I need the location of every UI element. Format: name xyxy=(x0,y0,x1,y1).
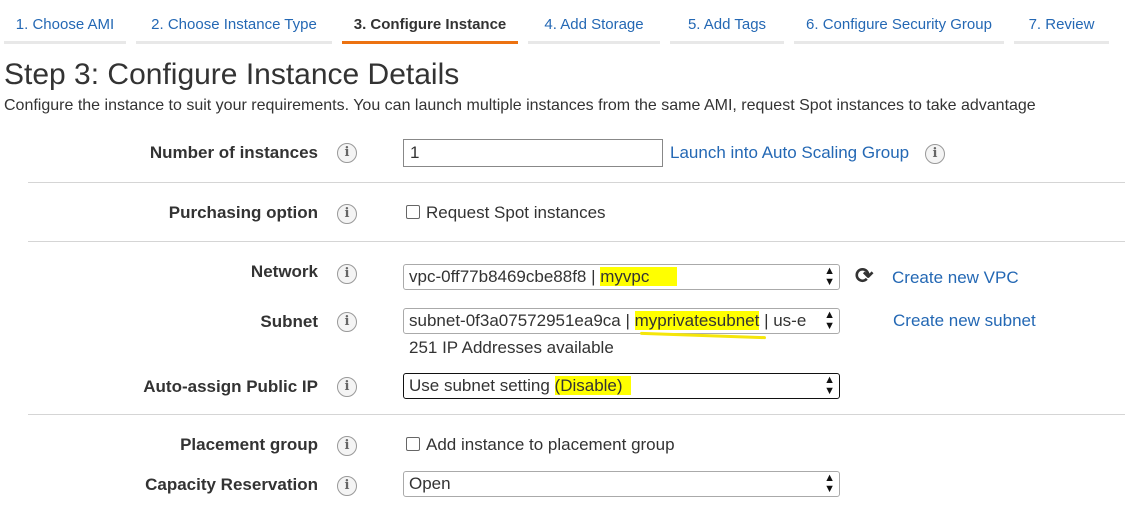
updown-arrow-icon: ▲ ▼ xyxy=(824,309,835,332)
auto-assign-public-ip-label: Auto-assign Public IP xyxy=(143,377,318,396)
subnet-select[interactable]: subnet-0f3a07572951ea9ca | myprivatesubn… xyxy=(403,308,840,334)
step-choose-instance-type[interactable]: 2. Choose Instance Type xyxy=(136,0,332,44)
refresh-icon[interactable]: ⟳ xyxy=(855,265,873,287)
request-spot-checkbox[interactable] xyxy=(406,205,420,219)
request-spot-label: Request Spot instances xyxy=(426,203,606,222)
network-highlight: myvpc xyxy=(600,267,678,286)
step-add-tags[interactable]: 5. Add Tags xyxy=(670,0,784,44)
step-add-storage[interactable]: 4. Add Storage xyxy=(528,0,660,44)
step-configure-security-group[interactable]: 6. Configure Security Group xyxy=(794,0,1004,44)
info-icon[interactable]: i xyxy=(337,377,357,397)
info-icon[interactable]: i xyxy=(925,144,945,164)
updown-arrow-icon: ▲ ▼ xyxy=(824,472,835,495)
info-icon[interactable]: i xyxy=(337,143,357,163)
placement-group-checkbox-label: Add instance to placement group xyxy=(426,435,675,454)
step-label: 1. Choose AMI xyxy=(15,16,115,33)
step-underline xyxy=(794,41,1004,44)
step-underline xyxy=(1014,41,1109,44)
step-underline xyxy=(528,41,660,44)
number-of-instances-input[interactable] xyxy=(403,139,663,167)
step-label: 6. Configure Security Group xyxy=(806,16,992,33)
purchasing-option-label: Purchasing option xyxy=(168,203,318,222)
step-underline xyxy=(136,41,332,44)
subnet-ip-note: 251 IP Addresses available xyxy=(409,338,614,357)
step-label: 3. Configure Instance xyxy=(353,16,507,33)
page-title: Step 3: Configure Instance Details xyxy=(4,58,460,91)
launch-auto-scaling-link[interactable]: Launch into Auto Scaling Group xyxy=(670,143,909,163)
capacity-value: Open xyxy=(409,474,451,493)
updown-arrow-icon: ▲ ▼ xyxy=(824,265,835,288)
section-divider xyxy=(28,182,1125,183)
placement-group-checkbox[interactable] xyxy=(406,437,420,451)
wizard-steps: 1. Choose AMI 2. Choose Instance Type 3.… xyxy=(0,0,1125,44)
network-select[interactable]: vpc-0ff77b8469cbe88f8 | myvpc ▲ ▼ xyxy=(403,264,840,290)
step-configure-instance[interactable]: 3. Configure Instance xyxy=(342,0,518,44)
section-divider xyxy=(28,241,1125,242)
info-icon[interactable]: i xyxy=(337,476,357,496)
network-value: vpc-0ff77b8469cbe88f8 | xyxy=(409,267,601,286)
create-new-vpc-link[interactable]: Create new VPC xyxy=(892,268,1019,288)
step-label: 5. Add Tags xyxy=(687,16,767,33)
info-icon[interactable]: i xyxy=(337,204,357,224)
subnet-highlight: myprivatesubnet xyxy=(634,311,760,330)
capacity-reservation-label: Capacity Reservation xyxy=(145,475,318,494)
info-icon[interactable]: i xyxy=(337,264,357,284)
create-new-subnet-link[interactable]: Create new subnet xyxy=(893,311,1036,331)
step-label: 4. Add Storage xyxy=(544,16,644,33)
step-underline xyxy=(670,41,784,44)
info-icon[interactable]: i xyxy=(337,312,357,332)
step-underline xyxy=(4,41,126,44)
step-label: 7. Review xyxy=(1028,16,1095,33)
step-review[interactable]: 7. Review xyxy=(1014,0,1109,44)
updown-arrow-icon: ▲ ▼ xyxy=(824,374,835,397)
auto-assign-public-ip-select[interactable]: Use subnet setting (Disable) ▲ ▼ xyxy=(403,373,840,399)
step-underline-active xyxy=(342,41,518,44)
placement-group-label: Placement group xyxy=(180,435,318,454)
page-subtitle: Configure the instance to suit your requ… xyxy=(4,97,1036,114)
subnet-label: Subnet xyxy=(260,312,318,331)
info-icon[interactable]: i xyxy=(337,436,357,456)
network-label: Network xyxy=(250,262,318,281)
step-label: 2. Choose Instance Type xyxy=(151,16,317,33)
step-choose-ami[interactable]: 1. Choose AMI xyxy=(4,0,126,44)
subnet-value: subnet-0f3a07572951ea9ca | xyxy=(409,311,635,330)
public-ip-highlight: (Disable) xyxy=(554,376,631,395)
subnet-value-suffix: | us-e xyxy=(759,311,807,330)
number-of-instances-label: Number of instances xyxy=(149,143,318,162)
capacity-reservation-select[interactable]: Open ▲ ▼ xyxy=(403,471,840,497)
section-divider xyxy=(28,414,1125,415)
public-ip-value: Use subnet setting xyxy=(409,376,555,395)
